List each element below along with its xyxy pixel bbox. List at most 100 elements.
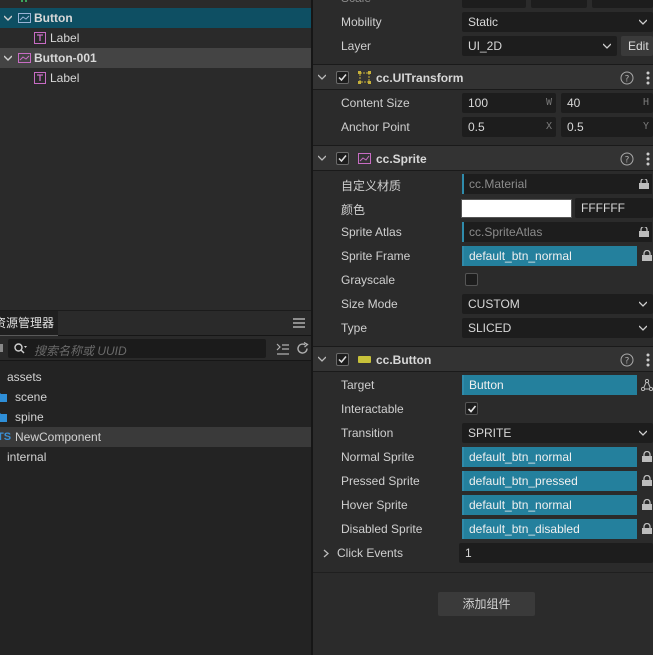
lock-icon[interactable]: [641, 451, 653, 463]
scale-z-input[interactable]: [592, 0, 653, 8]
sprite-atlas-field[interactable]: cc.SpriteAtlas: [462, 222, 652, 242]
component-title: cc.UITransform: [376, 71, 464, 85]
node-link-icon[interactable]: [641, 379, 653, 391]
uitransform-component-header[interactable]: cc.UITransform ?: [313, 64, 653, 90]
chevron-down-icon[interactable]: [318, 355, 326, 363]
target-value: Button: [469, 378, 504, 392]
color-swatch[interactable]: [461, 199, 572, 218]
asset-item-internal[interactable]: internal: [0, 447, 311, 467]
disabled-sprite-value: default_btn_disabled: [469, 522, 580, 536]
asset-item-scene[interactable]: scene: [0, 387, 311, 407]
asset-item-newcomponent[interactable]: TS NewComponent: [0, 427, 311, 447]
hover-sprite-field[interactable]: default_btn_normal: [462, 495, 637, 515]
sort-icon[interactable]: [276, 343, 290, 355]
scale-y-input[interactable]: [531, 0, 587, 8]
chevron-down-icon[interactable]: [4, 14, 12, 22]
anchor-y-input[interactable]: 0.5 Y: [561, 117, 653, 137]
search-input[interactable]: 搜索名称或 UUID: [34, 342, 127, 359]
asset-search-bar: 搜索名称或 UUID: [0, 336, 311, 361]
more-options-icon[interactable]: [646, 152, 650, 166]
normal-sprite-label: Normal Sprite: [341, 450, 415, 464]
grayscale-checkbox[interactable]: [465, 273, 478, 286]
hierarchy-row-button[interactable]: Button: [0, 8, 311, 28]
add-component-button[interactable]: 添加组件: [438, 592, 535, 616]
search-field[interactable]: 搜索名称或 UUID: [8, 339, 266, 358]
sprite-frame-field[interactable]: default_btn_normal: [462, 246, 637, 266]
asset-manager-tab[interactable]: 资源管理器: [0, 311, 58, 336]
sprite-icon: [358, 153, 371, 164]
lock-icon[interactable]: [641, 250, 653, 262]
content-height-input[interactable]: 40 H: [561, 93, 653, 113]
more-options-icon[interactable]: [646, 71, 650, 85]
hierarchy-row-button-001[interactable]: Button-001: [0, 48, 311, 68]
color-row: 颜色 FFFFFF: [313, 196, 653, 220]
size-mode-select[interactable]: CUSTOM: [462, 294, 653, 314]
width-unit: W: [545, 97, 552, 108]
interactable-checkbox[interactable]: [465, 402, 478, 415]
disabled-sprite-label: Disabled Sprite: [341, 522, 423, 536]
component-enable-checkbox[interactable]: [336, 353, 349, 366]
hierarchy-node-label: Label: [50, 31, 80, 45]
target-label: Target: [341, 378, 375, 392]
normal-sprite-field[interactable]: default_btn_normal: [462, 447, 637, 467]
component-enable-checkbox[interactable]: [336, 152, 349, 165]
mobility-value: Static: [468, 15, 499, 29]
custom-material-field[interactable]: cc.Material: [462, 174, 652, 194]
content-width-value: 100: [468, 96, 489, 110]
component-enable-checkbox[interactable]: [336, 71, 349, 84]
asset-item-label: internal: [7, 450, 47, 464]
mobility-select[interactable]: Static: [462, 12, 653, 32]
lock-icon[interactable]: [641, 475, 653, 487]
layer-select[interactable]: UI_2D: [462, 36, 617, 56]
help-icon[interactable]: ?: [620, 71, 634, 85]
check-icon: [467, 405, 477, 413]
button-component-icon: [358, 356, 371, 363]
edit-layers-button[interactable]: Edit: [621, 36, 653, 56]
chevron-right-icon[interactable]: [323, 549, 329, 558]
size-mode-value: CUSTOM: [468, 297, 520, 311]
lock-icon[interactable]: [641, 523, 653, 535]
chevron-down-icon[interactable]: [318, 154, 326, 162]
anchor-x-input[interactable]: 0.5 X: [462, 117, 556, 137]
chevron-down-icon: [639, 301, 647, 307]
pressed-sprite-field[interactable]: default_btn_pressed: [462, 471, 637, 491]
sprite-atlas-row: Sprite Atlas cc.SpriteAtlas: [313, 220, 653, 244]
property-label: Scale: [341, 0, 371, 5]
folder-icon: [0, 413, 7, 422]
help-icon[interactable]: ?: [620, 152, 634, 166]
lock-icon[interactable]: [638, 227, 650, 237]
asset-item-spine[interactable]: spine: [0, 407, 311, 427]
disabled-sprite-field[interactable]: default_btn_disabled: [462, 519, 637, 539]
type-select[interactable]: SLICED: [462, 318, 653, 338]
click-events-row[interactable]: Click Events 1: [313, 541, 653, 565]
scale-x-input[interactable]: [462, 0, 526, 8]
content-width-input[interactable]: 100 W: [462, 93, 556, 113]
lock-icon[interactable]: [641, 499, 653, 511]
lock-icon[interactable]: [638, 179, 650, 189]
asset-item-assets[interactable]: assets: [0, 367, 311, 387]
click-events-count-input[interactable]: 1: [459, 543, 653, 563]
content-size-label: Content Size: [341, 96, 410, 110]
button-component-header[interactable]: cc.Button ?: [313, 346, 653, 372]
target-field[interactable]: Button: [462, 375, 637, 395]
svg-text:?: ?: [625, 75, 630, 85]
chevron-down-icon[interactable]: [4, 54, 12, 62]
color-hex-input[interactable]: FFFFFF: [575, 198, 653, 218]
transition-select[interactable]: SPRITE: [462, 423, 653, 443]
hover-sprite-value: default_btn_normal: [469, 498, 572, 512]
refresh-icon[interactable]: [296, 342, 309, 355]
more-options-icon[interactable]: [646, 353, 650, 367]
sprite-component-header[interactable]: cc.Sprite ?: [313, 145, 653, 171]
help-icon[interactable]: ?: [620, 353, 634, 367]
create-dropdown-icon[interactable]: [0, 344, 6, 352]
hierarchy-row-clipped[interactable]: [0, 0, 311, 8]
hover-sprite-row: Hover Sprite default_btn_normal: [313, 493, 653, 517]
menu-icon[interactable]: [293, 317, 305, 329]
chevron-down-icon: [639, 325, 647, 331]
hierarchy-row-label[interactable]: Label: [0, 28, 311, 48]
chevron-down-icon[interactable]: [318, 73, 326, 81]
typescript-icon: TS: [0, 431, 12, 443]
color-hex-value: FFFFFF: [581, 201, 625, 215]
normal-sprite-row: Normal Sprite default_btn_normal: [313, 445, 653, 469]
hierarchy-row-label[interactable]: Label: [0, 68, 311, 88]
